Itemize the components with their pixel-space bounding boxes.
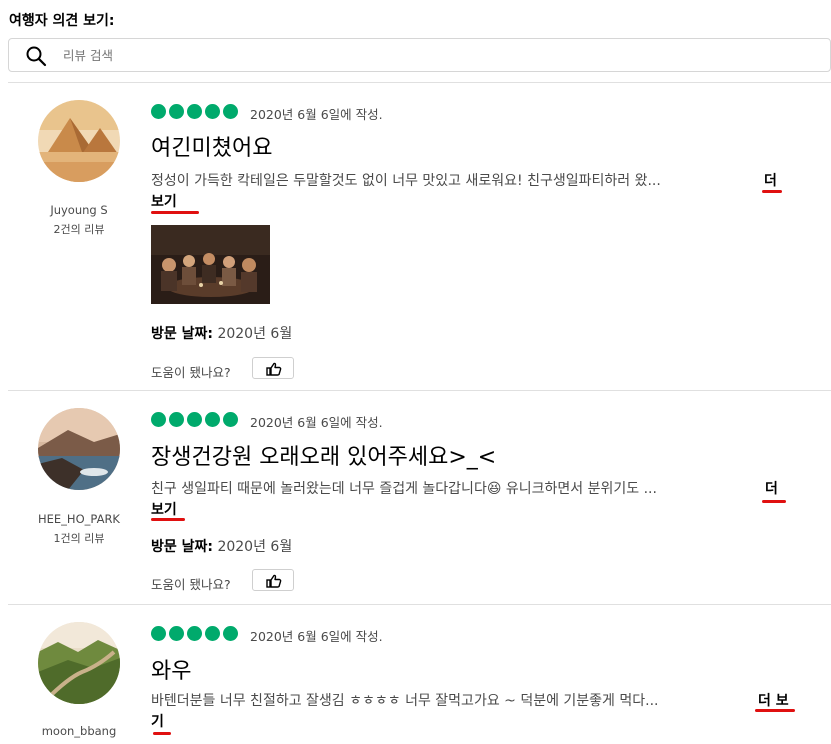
review-date: 2020년 6월 6일에 작성. (250, 107, 383, 122)
review-card: Juyoung S 2건의 리뷰 2020년 6월 6일에 작성. 여긴미쳤어요… (8, 82, 831, 390)
section-title: 여행자 의견 보기: (9, 13, 115, 29)
annotation-underline (755, 709, 795, 712)
contribution-count: 1건의 리뷰 (53, 532, 105, 545)
avatar-coast-image (38, 408, 120, 490)
review-title[interactable]: 와우 (151, 653, 191, 685)
thumbs-up-icon (266, 362, 282, 376)
username[interactable]: Juyoung S (8, 203, 150, 217)
read-more-link-continued[interactable]: 보기 (151, 499, 177, 519)
visit-date: 방문 날짜: 2020년 6월 (151, 536, 292, 556)
review-text: 바텐더분들 너무 친절하고 잘생김 ㅎㅎㅎㅎ 너무 잘먹고가요 ~ 덕분에 기분… (151, 693, 659, 709)
rating-bubble (223, 104, 238, 119)
party-photo-image (151, 225, 270, 304)
username[interactable]: HEE_HO_PARK (8, 512, 150, 526)
avatar[interactable] (38, 100, 120, 182)
rating-bubble (169, 412, 184, 427)
rating-bubble (187, 104, 202, 119)
rating-bubble (151, 412, 166, 427)
avatar[interactable] (38, 622, 120, 704)
annotation-underline (151, 211, 199, 214)
contribution-count: 2건의 리뷰 (53, 223, 105, 236)
avatar[interactable] (38, 408, 120, 490)
annotation-underline (151, 518, 185, 521)
rating-bubbles (151, 104, 238, 119)
search-icon (26, 46, 47, 67)
visit-date-label: 방문 날짜: (151, 539, 213, 555)
annotation-underline (762, 500, 786, 503)
username[interactable]: moon_bbang (8, 724, 150, 738)
helpful-prompt: 도움이 됐나요? (151, 577, 231, 592)
avatar-great-wall-image (38, 622, 120, 704)
rating-bubble (187, 626, 202, 641)
rating-bubble (169, 104, 184, 119)
rating-bubble (223, 412, 238, 427)
review-photo[interactable] (151, 225, 270, 304)
rating-bubble (151, 104, 166, 119)
read-more-link-continued[interactable]: 보기 (151, 191, 177, 211)
rating-bubble (169, 626, 184, 641)
review-card: HEE_HO_PARK 1건의 리뷰 2020년 6월 6일에 작성. 장생건강… (8, 390, 831, 604)
visit-date-value: 2020년 6월 (217, 539, 293, 555)
rating-bubble (151, 626, 166, 641)
thumbs-up-icon (266, 574, 282, 588)
helpful-vote-button[interactable] (252, 357, 294, 379)
visit-date-label: 방문 날짜: (151, 326, 213, 342)
rating-bubble (205, 412, 220, 427)
rating-bubble (223, 626, 238, 641)
annotation-underline (153, 732, 171, 735)
review-search-input[interactable] (63, 44, 563, 66)
visit-date: 방문 날짜: 2020년 6월 (151, 323, 292, 343)
rating-bubble (205, 104, 220, 119)
avatar-pyramids-image (38, 100, 120, 182)
review-title[interactable]: 장생건강원 오래오래 있어주세요>_< (151, 439, 496, 471)
rating-bubble (205, 626, 220, 641)
review-date: 2020년 6월 6일에 작성. (250, 629, 383, 644)
annotation-underline (762, 190, 782, 193)
review-text: 친구 생일파티 때문에 놀러왔는데 너무 즐겁게 놀다갑니다😆 유니크하면서 분… (151, 481, 657, 497)
rating-bubbles (151, 412, 238, 427)
review-text: 정성이 가득한 칵테일은 두말할것도 없이 너무 맛있고 새로워요! 친구생일파… (151, 173, 661, 189)
review-card: moon_bbang 2020년 6월 6일에 작성. 와우 바텐더분들 너무 … (8, 604, 831, 744)
rating-bubbles (151, 626, 238, 641)
visit-date-value: 2020년 6월 (217, 326, 293, 342)
review-title[interactable]: 여긴미쳤어요 (151, 130, 272, 162)
read-more-link[interactable]: 더 (765, 478, 778, 498)
review-search-box[interactable] (8, 38, 831, 72)
read-more-link[interactable]: 더 보 (758, 690, 789, 710)
rating-bubble (187, 412, 202, 427)
read-more-link[interactable]: 더 (764, 170, 777, 190)
read-more-link-continued[interactable]: 기 (151, 711, 164, 731)
helpful-prompt: 도움이 됐나요? (151, 365, 231, 380)
review-date: 2020년 6월 6일에 작성. (250, 415, 383, 430)
helpful-vote-button[interactable] (252, 569, 294, 591)
